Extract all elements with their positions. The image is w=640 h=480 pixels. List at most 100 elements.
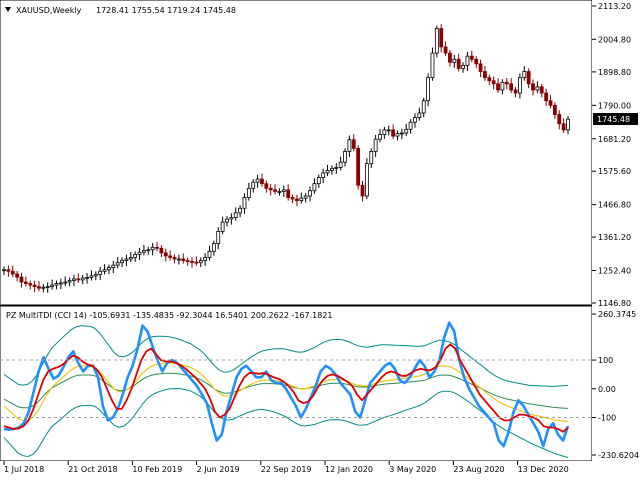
bear-candle — [155, 246, 159, 249]
bear-candle — [487, 77, 492, 82]
bear-candle — [531, 83, 535, 91]
bull-candle — [369, 151, 374, 165]
bear-candle — [478, 63, 483, 72]
bull-candle — [133, 253, 138, 258]
bull-candle — [107, 267, 111, 271]
price-tick-label: 1575.60 — [598, 167, 631, 176]
ohlc-label: 1728.41 1755.54 1719.24 1745.48 — [96, 6, 236, 15]
bear-candle — [159, 247, 164, 254]
bull-candle — [115, 262, 120, 266]
bull-candle — [102, 269, 107, 272]
bull-candle — [334, 167, 339, 169]
bull-candle — [408, 121, 413, 130]
bear-candle — [439, 28, 444, 48]
bull-candle — [277, 190, 282, 193]
bull-candle — [54, 283, 59, 286]
bull-candle — [325, 170, 330, 174]
bear-candle — [28, 283, 33, 286]
bull-candle — [150, 246, 155, 251]
bull-candle — [417, 112, 422, 119]
bull-candle — [41, 286, 46, 289]
bull-candle — [535, 86, 540, 91]
bull-candle — [330, 167, 334, 171]
bull-candle — [198, 260, 203, 264]
bull-candle — [176, 258, 181, 261]
bear-candle — [273, 189, 277, 192]
price-pane[interactable] — [0, 0, 593, 306]
bull-candle — [220, 221, 225, 232]
bull-candle — [312, 183, 317, 192]
price-tick-label: 1146.80 — [598, 299, 631, 308]
bear-candle — [19, 276, 24, 283]
bear-candle — [360, 184, 365, 197]
bull-candle — [63, 281, 68, 284]
bull-candle — [229, 217, 234, 220]
indicator-tick-label: -100 — [598, 413, 616, 422]
bull-candle — [378, 134, 382, 140]
bull-candle — [566, 118, 570, 131]
time-tick-label: 21 Oct 2018 — [68, 465, 117, 474]
time-tick-label: 10 Feb 2019 — [132, 465, 182, 474]
bull-candle — [45, 286, 50, 289]
bull-candle — [211, 243, 216, 252]
bull-candle — [461, 64, 465, 69]
bear-candle — [268, 187, 273, 191]
bull-candle — [72, 278, 76, 281]
bull-candle — [308, 190, 312, 197]
bull-candle — [426, 77, 430, 102]
bear-candle — [295, 198, 299, 201]
bull-candle — [364, 163, 369, 197]
bull-candle — [124, 258, 129, 261]
indicator-tick-label: 260.3745 — [598, 310, 636, 319]
bear-candle — [504, 81, 509, 85]
bull-candle — [500, 81, 505, 91]
bear-candle — [491, 80, 496, 85]
bear-candle — [539, 86, 544, 94]
bull-candle — [338, 161, 343, 168]
price-tick-label: 1790.00 — [598, 101, 631, 110]
bull-candle — [434, 28, 439, 54]
indicator-pane[interactable] — [0, 305, 593, 462]
bull-candle — [242, 197, 247, 209]
bear-candle — [456, 58, 461, 69]
price-tick-label: 1361.20 — [598, 233, 631, 242]
bear-candle — [557, 114, 562, 125]
time-tick-label: 2 Jun 2019 — [197, 465, 240, 474]
bull-candle — [137, 251, 142, 255]
bull-candle — [321, 172, 326, 178]
symbol-label: XAUUSD,Weekly — [16, 6, 82, 15]
bear-candle — [552, 104, 557, 115]
price-tick-label: 1466.80 — [598, 201, 631, 210]
bull-candle — [373, 138, 378, 152]
bear-candle — [286, 189, 291, 198]
bear-candle — [391, 129, 396, 137]
bull-candle — [58, 282, 63, 285]
chart-root: 2113.20 2004.80 1898.80 1790.00 1681.20 1575.… — [0, 0, 640, 480]
bull-candle — [2, 269, 6, 272]
bear-candle — [474, 58, 479, 65]
bear-candle — [264, 183, 269, 189]
bull-candle — [238, 207, 242, 214]
bull-candle — [246, 187, 251, 198]
bull-candle — [120, 260, 124, 264]
indicator-tick-label: 100 — [598, 356, 613, 365]
bear-candle — [290, 197, 295, 200]
bull-candle — [50, 284, 54, 288]
bear-candle — [32, 284, 37, 288]
time-tick-label: 13 Dec 2020 — [518, 465, 569, 474]
bear-candle — [10, 270, 15, 275]
bull-candle — [98, 270, 103, 275]
bear-candle — [260, 178, 264, 185]
bear-candle — [443, 46, 448, 54]
indicator-header: PZ MultiTDI (CCI 14) -105.6931 -135.4835… — [6, 311, 333, 320]
bull-candle — [146, 249, 151, 252]
bear-candle — [6, 269, 11, 272]
bear-candle — [561, 123, 566, 131]
bull-candle — [413, 117, 417, 123]
bear-candle — [526, 71, 531, 85]
bear-candle — [181, 258, 186, 261]
bear-candle — [37, 286, 41, 289]
bull-candle — [207, 250, 212, 258]
bull-candle — [395, 133, 400, 137]
bull-candle — [142, 249, 146, 253]
